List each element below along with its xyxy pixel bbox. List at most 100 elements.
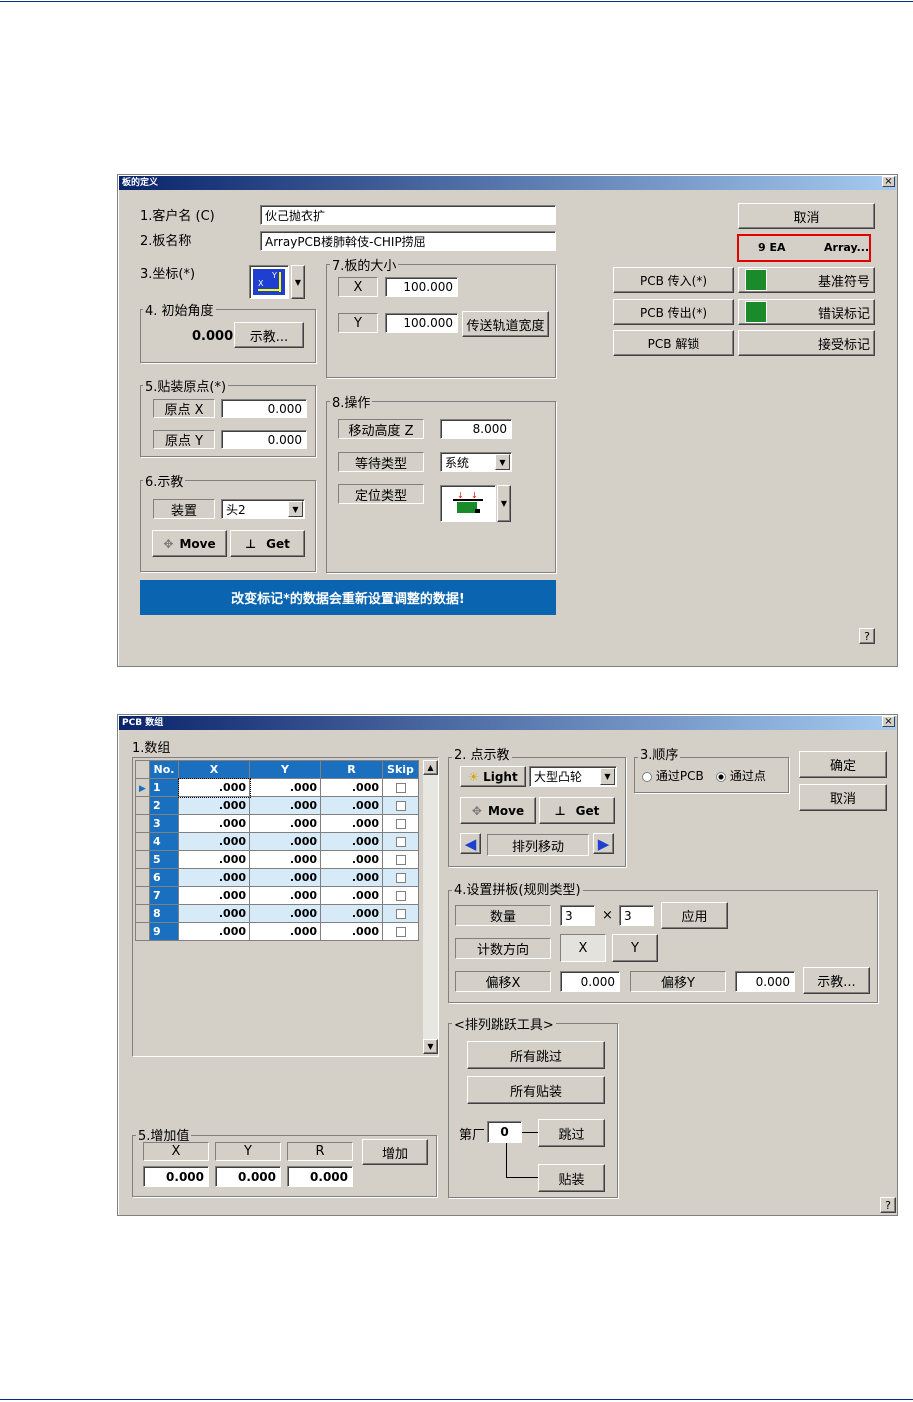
skip-checkbox[interactable]	[395, 783, 406, 793]
cell-x[interactable]: .000	[178, 796, 250, 815]
offset-x-input[interactable]: 0.000	[560, 971, 620, 992]
cell-skip[interactable]	[382, 850, 419, 869]
cell-skip[interactable]	[382, 814, 419, 833]
skip-checkbox[interactable]	[395, 801, 406, 811]
cell-y[interactable]: .000	[249, 904, 321, 923]
qty-y-input[interactable]: 3	[619, 905, 654, 926]
order-by-pcb-radio[interactable]: 通过PCB	[642, 767, 704, 784]
cell-skip[interactable]	[382, 886, 419, 905]
bad-mark-button[interactable]: 错误标记	[738, 299, 875, 325]
table-row[interactable]: 7.000.000.000	[135, 886, 419, 905]
skip-checkbox[interactable]	[395, 909, 406, 919]
cell-no[interactable]: 5	[149, 850, 179, 869]
skip-checkbox[interactable]	[395, 819, 406, 829]
skip-checkbox[interactable]	[395, 855, 406, 865]
skip-all-button[interactable]: 所有跳过	[467, 1041, 605, 1069]
cell-x[interactable]: .000	[177, 777, 251, 798]
help-button[interactable]: ?	[859, 628, 875, 644]
skip-checkbox[interactable]	[395, 927, 406, 937]
locate-type-select[interactable]: ↓ ↓ ▼	[440, 485, 512, 522]
dir-y-toggle[interactable]: Y	[612, 934, 658, 962]
nth-input[interactable]: 0	[487, 1121, 522, 1143]
pcb-in-button[interactable]: PCB 传入(*)	[613, 267, 734, 293]
skip-button[interactable]: 跳过	[538, 1119, 605, 1147]
device-select[interactable]: 头2 ▼	[221, 499, 305, 519]
mount-all-button[interactable]: 所有贴装	[467, 1076, 605, 1104]
table-row[interactable]: ▶ 1.000.000.000	[135, 777, 419, 798]
mount-button[interactable]: 贴装	[538, 1164, 605, 1192]
light-button[interactable]: ☀ Light	[460, 766, 526, 787]
cell-r[interactable]: .000	[320, 886, 383, 905]
table-row[interactable]: 2.000.000.000	[135, 796, 419, 815]
cell-skip[interactable]	[382, 832, 419, 851]
scroll-down-icon[interactable]: ▼	[423, 1039, 438, 1054]
board-name-input[interactable]: ArrayPCB楼肺斡伎-CHIP捞屈	[260, 231, 556, 251]
vertical-scrollbar[interactable]: ▲ ▼	[423, 760, 438, 1054]
table-row[interactable]: 4.000.000.000	[135, 832, 419, 851]
ok-button[interactable]: 确定	[799, 751, 887, 778]
cell-r[interactable]: .000	[320, 850, 383, 869]
cell-y[interactable]: .000	[249, 886, 321, 905]
cell-r[interactable]: .000	[320, 832, 383, 851]
cell-y[interactable]: .000	[249, 922, 321, 941]
array-button[interactable]: Array...	[824, 241, 869, 254]
cell-x[interactable]: .000	[178, 868, 250, 887]
size-y-input[interactable]: 100.000	[385, 313, 458, 333]
origin-y-input[interactable]: 0.000	[221, 430, 307, 449]
cell-r[interactable]: .000	[320, 904, 383, 923]
cell-x[interactable]: .000	[178, 922, 250, 941]
move-button[interactable]: ✥ Move	[152, 530, 227, 557]
chevron-down-icon[interactable]: ▼	[291, 265, 305, 299]
apply-button[interactable]: 应用	[661, 902, 728, 929]
table-row[interactable]: 5.000.000.000	[135, 850, 419, 869]
cell-skip[interactable]	[382, 778, 419, 797]
cancel-button[interactable]: 取消	[799, 784, 887, 811]
offset-y-input[interactable]: 0.000	[735, 971, 795, 992]
close-icon[interactable]: ×	[882, 716, 895, 727]
cell-x[interactable]: .000	[178, 814, 250, 833]
fiducial-button[interactable]: 基准符号	[738, 267, 875, 293]
cell-r[interactable]: .000	[320, 778, 383, 797]
conveyor-width-button[interactable]: 传送轨道宽度	[462, 311, 549, 337]
accept-mark-button[interactable]: 接受标记	[738, 330, 875, 356]
angle-teach-button[interactable]: 示教...	[234, 322, 304, 348]
cell-no[interactable]: 9	[149, 922, 179, 941]
prev-arrow-icon[interactable]: ◀	[460, 833, 481, 854]
inc-y-input[interactable]: 0.000	[215, 1166, 281, 1187]
order-by-point-radio[interactable]: 通过点	[716, 767, 766, 784]
cell-x[interactable]: .000	[178, 850, 250, 869]
wait-type-select[interactable]: 系统 ▼	[440, 452, 512, 472]
cell-no[interactable]: 8	[149, 904, 179, 923]
skip-checkbox[interactable]	[395, 891, 406, 901]
cell-skip[interactable]	[382, 922, 419, 941]
next-arrow-icon[interactable]: ▶	[593, 833, 614, 854]
table-row[interactable]: 8.000.000.000	[135, 904, 419, 923]
table-row[interactable]: 3.000.000.000	[135, 814, 419, 833]
inc-x-input[interactable]: 0.000	[143, 1166, 209, 1187]
chevron-down-icon[interactable]: ▼	[497, 485, 511, 522]
add-button[interactable]: 增加	[362, 1139, 428, 1165]
cell-y[interactable]: .000	[249, 778, 321, 797]
get-button[interactable]: ⊥ Get	[230, 530, 305, 557]
cell-no[interactable]: 6	[149, 868, 179, 887]
help-button[interactable]: ?	[880, 1197, 896, 1213]
cancel-button[interactable]: 取消	[738, 203, 875, 229]
light-select[interactable]: 大型凸轮 ▼	[529, 766, 617, 787]
cell-x[interactable]: .000	[178, 832, 250, 851]
get-button[interactable]: ⊥ Get	[539, 797, 615, 824]
cell-r[interactable]: .000	[320, 868, 383, 887]
cell-skip[interactable]	[382, 904, 419, 923]
cell-no[interactable]: 4	[149, 832, 179, 851]
cell-no[interactable]: 7	[149, 886, 179, 905]
cell-no[interactable]: 2	[149, 796, 179, 815]
cell-y[interactable]: .000	[249, 796, 321, 815]
origin-x-input[interactable]: 0.000	[221, 399, 307, 418]
pcb-out-button[interactable]: PCB 传出(*)	[613, 299, 734, 325]
cell-x[interactable]: .000	[178, 886, 250, 905]
chevron-down-icon[interactable]: ▼	[600, 768, 615, 785]
size-x-input[interactable]: 100.000	[385, 277, 458, 297]
pcb-unlock-button[interactable]: PCB 解锁	[613, 330, 734, 356]
scroll-up-icon[interactable]: ▲	[423, 760, 438, 775]
cell-no[interactable]: 1	[149, 778, 179, 797]
move-button[interactable]: ✥ Move	[460, 797, 536, 824]
